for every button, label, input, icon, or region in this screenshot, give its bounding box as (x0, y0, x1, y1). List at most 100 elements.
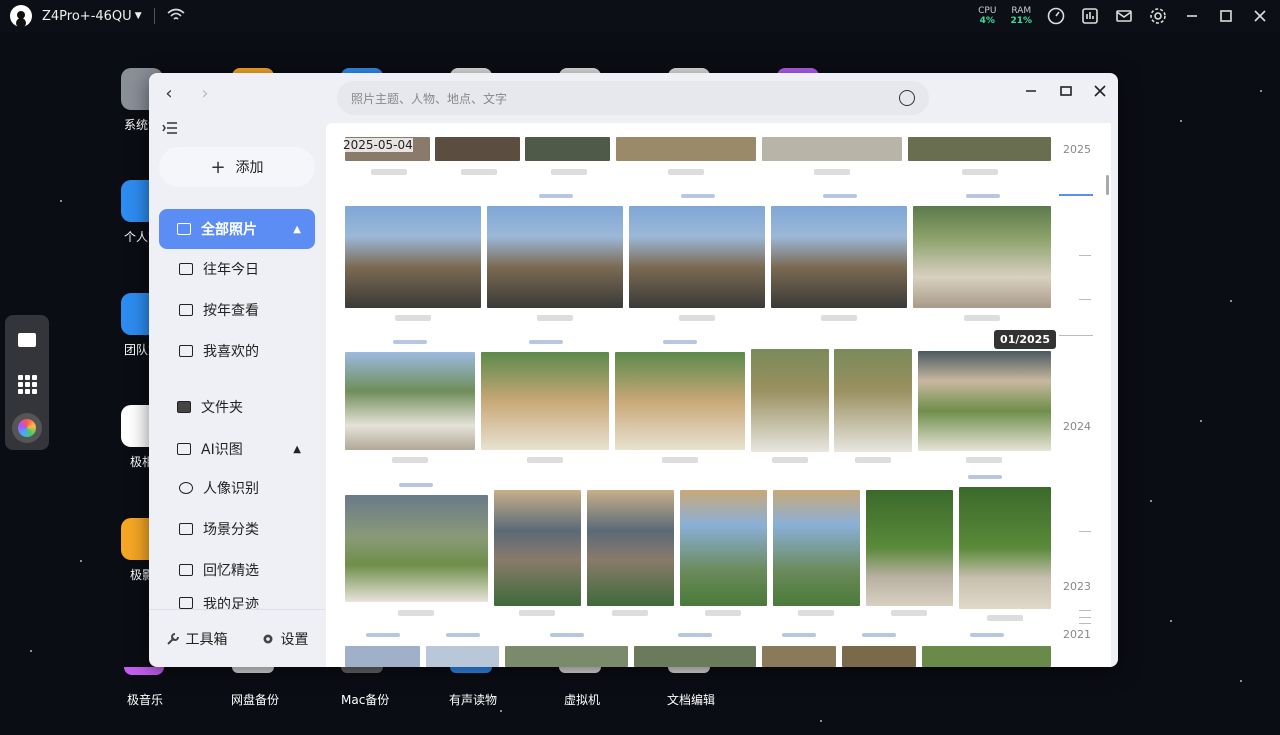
photo-caption (461, 169, 497, 175)
timeline-tick (1079, 610, 1091, 611)
photo-thumbnail[interactable] (918, 351, 1051, 451)
sidebar-item-on-this-day[interactable]: 往年今日 (159, 249, 315, 289)
chevron-up-icon: ▲ (293, 443, 301, 455)
desktop-app-label[interactable]: 有声读物 (449, 691, 497, 708)
desktop-app-label[interactable]: 虚拟机 (564, 691, 600, 708)
ram-label: RAM (1011, 6, 1032, 16)
photo-caption (964, 315, 1000, 321)
desktop-app-label[interactable]: 极音乐 (127, 691, 163, 708)
desktop-app-label[interactable]: 文档编辑 (667, 691, 715, 708)
speedometer-icon[interactable] (1046, 6, 1066, 26)
maximize-icon[interactable] (1216, 6, 1236, 26)
photo-thumbnail[interactable] (345, 495, 488, 602)
photo-watermark (539, 194, 573, 198)
photo-thumbnail[interactable] (345, 206, 481, 308)
photo-thumbnail[interactable] (959, 487, 1051, 609)
photo-thumbnail[interactable] (505, 646, 628, 667)
photo-thumbnail[interactable] (842, 646, 916, 667)
forward-button[interactable]: › (193, 81, 217, 105)
photo-thumbnail[interactable] (762, 137, 902, 161)
music-icon[interactable] (124, 667, 164, 675)
window-maximize-button[interactable] (1054, 81, 1078, 101)
doc-edit-icon[interactable] (668, 667, 710, 673)
photo-thumbnail[interactable] (345, 646, 420, 667)
sidebar-item-all-photos[interactable]: 全部照片 ▲ (159, 209, 315, 249)
sidebar-item-favorites[interactable]: 我喜欢的 (159, 331, 315, 371)
timeline-tick (1079, 531, 1091, 532)
cloud-backup-icon[interactable] (232, 667, 274, 673)
photo-thumbnail[interactable] (435, 137, 520, 161)
sidebar-item-memories[interactable]: 回忆精选 (159, 550, 315, 590)
wifi-icon[interactable] (167, 7, 185, 26)
sidebar-item-ai-recognition[interactable]: AI识图 ▲ (159, 429, 315, 469)
task-monitor-icon[interactable] (1080, 6, 1100, 26)
photo-watermark (970, 633, 1004, 637)
window-minimize-button[interactable] (1019, 81, 1043, 101)
timeline-tick (1079, 255, 1091, 256)
photo-thumbnail[interactable] (615, 352, 745, 450)
photo-thumbnail[interactable] (487, 206, 623, 308)
vm-icon[interactable] (559, 667, 601, 673)
search-bar[interactable]: 照片主题、人物、地点、文字 (337, 81, 929, 115)
minimize-icon[interactable] (1182, 6, 1202, 26)
photo-caption (519, 610, 555, 616)
photo-thumbnail[interactable] (866, 490, 953, 606)
timeline-year[interactable]: 2021 (1063, 628, 1091, 641)
timeline-scrubber[interactable]: 2025 2024 2023 2021 (1041, 123, 1111, 667)
desktop-app-label[interactable]: Mac备份 (341, 691, 389, 708)
close-icon[interactable] (1250, 6, 1270, 26)
photo-thumbnail[interactable] (345, 352, 475, 450)
photo-thumbnail[interactable] (922, 646, 1051, 667)
audiobook-icon[interactable] (450, 667, 492, 673)
mail-icon[interactable] (1114, 6, 1134, 26)
cpu-meter: CPU 4% (978, 6, 996, 26)
photo-thumbnail[interactable] (616, 137, 756, 161)
mac-backup-icon[interactable] (341, 667, 383, 673)
photos-dock-button[interactable] (12, 413, 42, 443)
scrollbar-thumb[interactable] (1106, 175, 1109, 195)
photo-thumbnail[interactable] (773, 490, 860, 606)
sidebar-item-footprints[interactable]: 我的足迹 (159, 591, 315, 611)
toolbox-button[interactable]: 工具箱 (166, 629, 228, 649)
photo-thumbnail[interactable] (587, 490, 674, 606)
photo-thumbnail[interactable] (680, 490, 767, 606)
collapse-sidebar-icon[interactable] (162, 121, 178, 139)
back-button[interactable]: ‹ (157, 81, 181, 105)
desktop-button[interactable] (12, 325, 42, 355)
app-launcher-button[interactable] (12, 369, 42, 399)
sidebar-item-folders[interactable]: 文件夹 (159, 387, 315, 427)
photo-thumbnail[interactable] (834, 349, 912, 452)
photo-thumbnail[interactable] (525, 137, 610, 161)
sidebar-item-by-year[interactable]: 按年查看 (159, 290, 315, 330)
sidebar-item-scenes[interactable]: 场景分类 (159, 509, 315, 549)
ai-search-icon[interactable] (899, 90, 915, 106)
photo-thumbnail[interactable] (751, 349, 829, 452)
photo-thumbnail[interactable] (426, 646, 499, 667)
chevron-left-icon: ‹ (165, 82, 173, 104)
photo-thumbnail[interactable] (494, 490, 581, 606)
photo-thumbnail[interactable] (771, 206, 907, 308)
photo-thumbnail[interactable] (481, 352, 609, 450)
user-avatar-icon[interactable] (10, 5, 32, 27)
photo-thumbnail[interactable] (634, 646, 756, 667)
monitor-icon (18, 333, 36, 347)
settings-button[interactable]: 设置 (261, 629, 309, 649)
sidebar-item-faces[interactable]: 人像识别 (159, 468, 315, 508)
photo-thumbnail[interactable] (908, 137, 1051, 161)
chevron-right-icon: › (201, 82, 209, 104)
device-selector[interactable]: Z4Pro+-46QU ▼ (42, 9, 142, 24)
photos-app-window: ‹ › 照片主题、人物、地点、文字 + 添加 全部照片 ▲ 往年今日 按年查看 … (149, 73, 1118, 667)
timeline-year[interactable]: 2023 (1063, 580, 1091, 593)
search-input[interactable]: 照片主题、人物、地点、文字 (351, 90, 899, 107)
photo-thumbnail[interactable] (762, 646, 836, 667)
photo-thumbnail[interactable] (913, 206, 1051, 308)
photo-thumbnail[interactable] (629, 206, 765, 308)
desktop-app-label[interactable]: 网盘备份 (231, 691, 279, 708)
settings-gear-icon[interactable] (1148, 6, 1168, 26)
timeline-position-indicator[interactable] (1059, 194, 1093, 196)
timeline-year[interactable]: 2025 (1063, 143, 1091, 156)
add-button[interactable]: + 添加 (159, 147, 315, 187)
timeline-year[interactable]: 2024 (1063, 420, 1091, 433)
photo-caption (987, 615, 1023, 621)
window-close-button[interactable] (1088, 81, 1112, 101)
